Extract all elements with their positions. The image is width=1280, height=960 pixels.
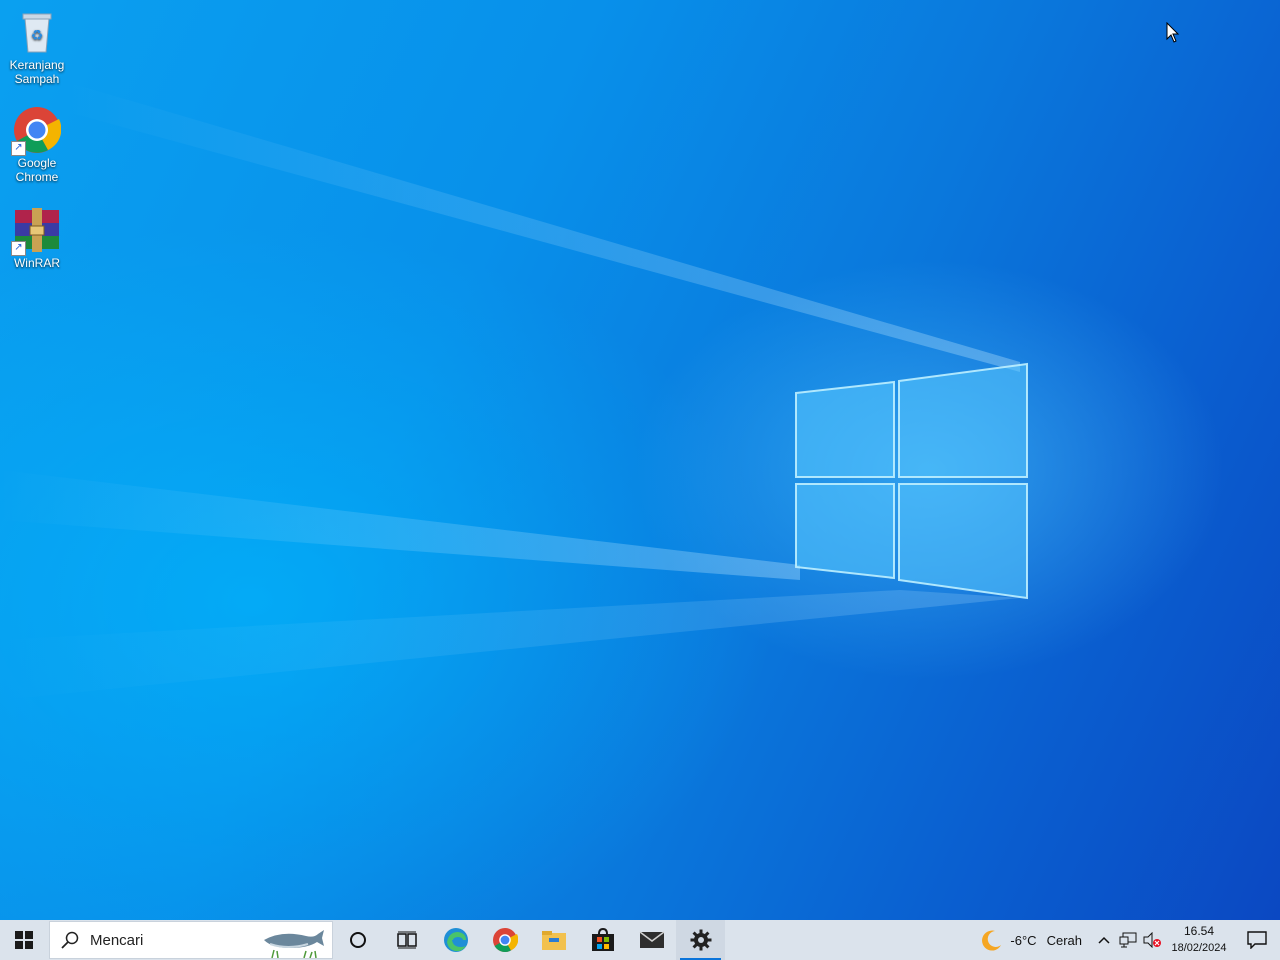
shortcut-arrow-icon: ↗	[11, 241, 26, 256]
taskbar-edge[interactable]	[431, 920, 480, 960]
volume-button[interactable]	[1140, 920, 1164, 960]
taskbar-mail[interactable]	[627, 920, 676, 960]
task-view-icon	[396, 931, 417, 949]
taskbar-settings[interactable]	[676, 920, 725, 960]
volume-muted-icon	[1143, 932, 1161, 948]
chevron-up-icon	[1098, 936, 1110, 944]
weather-widget[interactable]: -6°C Cerah	[974, 929, 1092, 951]
mail-icon	[639, 931, 664, 948]
desktop-icon-recycle-bin[interactable]: ♻ Keranjang Sampah	[4, 8, 70, 86]
weather-temperature: -6°C	[1010, 932, 1037, 948]
search-icon	[50, 931, 90, 949]
edge-icon	[443, 928, 468, 952]
desktop-icon-label: WinRAR	[13, 256, 60, 270]
windows-logo	[795, 362, 1028, 600]
moon-icon	[982, 930, 1002, 951]
mouse-cursor-icon	[1166, 22, 1180, 43]
search-box[interactable]: Mencari	[49, 921, 333, 959]
weather-condition: Cerah	[1046, 932, 1082, 948]
taskbar: Mencari -6°C Cerah 16.54 18/02/2024	[0, 920, 1280, 960]
network-icon	[1119, 932, 1137, 948]
search-highlight-whale-icon	[264, 930, 324, 958]
chrome-icon	[492, 928, 518, 953]
cortana-icon	[349, 932, 366, 948]
recycle-bin-icon: ♻	[13, 8, 61, 56]
clock[interactable]: 16.54 18/02/2024	[1164, 923, 1234, 957]
windows-start-icon	[15, 931, 33, 949]
winrar-icon: ↗	[11, 206, 61, 256]
desktop-icon-label: Keranjang Sampah	[9, 58, 65, 86]
action-center-button[interactable]	[1234, 920, 1280, 960]
microsoft-store-icon	[591, 928, 614, 951]
network-button[interactable]	[1116, 920, 1140, 960]
chrome-icon: ↗	[11, 106, 62, 156]
desktop-icon-label: Google Chrome	[15, 156, 59, 184]
show-hidden-icons-button[interactable]	[1092, 920, 1116, 960]
clock-time: 16.54	[1183, 924, 1215, 938]
file-explorer-icon	[541, 931, 566, 950]
taskbar-microsoft-store[interactable]	[578, 920, 627, 960]
shortcut-arrow-icon: ↗	[11, 141, 26, 156]
taskbar-chrome[interactable]	[480, 920, 529, 960]
desktop-background: ♻ Keranjang Sampah ↗ Google Chrome ↗ Win…	[0, 0, 1280, 920]
search-placeholder: Mencari	[90, 931, 144, 949]
clock-date: 18/02/2024	[1171, 942, 1227, 954]
notification-icon	[1247, 931, 1267, 949]
start-button[interactable]	[0, 920, 48, 960]
task-view-button[interactable]	[382, 920, 431, 960]
desktop-icon-chrome[interactable]: ↗ Google Chrome	[4, 106, 70, 184]
cortana-button[interactable]	[333, 920, 382, 960]
settings-icon	[690, 929, 711, 951]
taskbar-file-explorer[interactable]	[529, 920, 578, 960]
svg-text:♻: ♻	[31, 28, 44, 44]
desktop-icon-winrar[interactable]: ↗ WinRAR	[4, 206, 70, 270]
system-tray: -6°C Cerah 16.54 18/02/2024	[974, 920, 1280, 960]
